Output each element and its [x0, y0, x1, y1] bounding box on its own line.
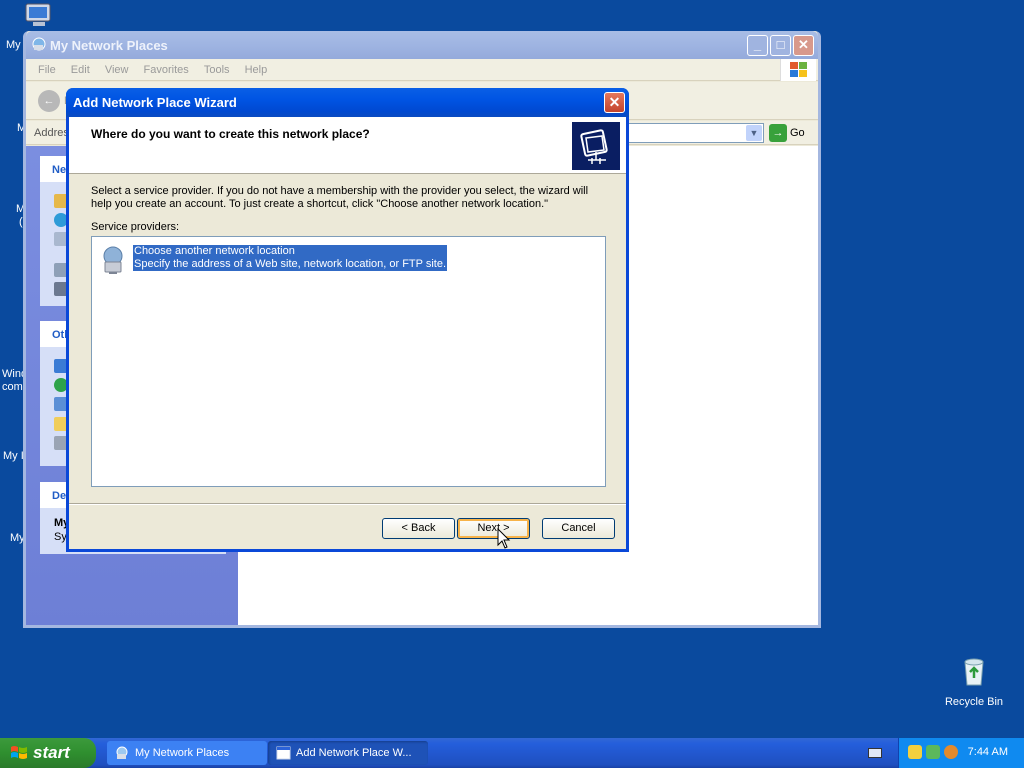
provider-name: Choose another network location — [134, 245, 295, 257]
menu-edit[interactable]: Edit — [71, 64, 90, 76]
explorer-title: My Network Places — [50, 38, 168, 53]
search-icon[interactable] — [944, 745, 958, 759]
mouse-cursor-icon — [497, 528, 511, 549]
windows-flag-icon — [11, 746, 27, 759]
address-label: Addres — [34, 127, 69, 139]
address-input[interactable]: ▼ — [626, 123, 764, 143]
task-label: My Network Places — [135, 747, 230, 759]
service-providers-list[interactable]: Choose another network location Specify … — [91, 236, 606, 487]
recycle-bin-icon — [964, 658, 984, 686]
taskbar-item-network-places[interactable]: My Network Places — [107, 741, 267, 765]
menu-tools[interactable]: Tools — [204, 64, 230, 76]
system-tray: 7:44 AM — [898, 738, 1024, 768]
back-arrow-icon[interactable]: ← — [38, 90, 60, 112]
minimize-button[interactable]: _ — [747, 35, 768, 56]
taskbar-item-wizard[interactable]: Add Network Place W... — [268, 741, 428, 765]
back-button[interactable]: < Back — [382, 518, 455, 539]
desktop-icon-label: Wind — [2, 368, 24, 380]
add-network-place-wizard[interactable]: Add Network Place Wizard ✕ Where do you … — [66, 88, 629, 552]
recycle-bin-label: Recycle Bin — [944, 696, 1004, 708]
provider-description: Specify the address of a Web site, netwo… — [134, 258, 447, 270]
next-button[interactable]: Next > — [457, 518, 530, 539]
keyboard-icon[interactable] — [868, 748, 882, 758]
menu-help[interactable]: Help — [245, 64, 268, 76]
button-separator — [69, 503, 626, 505]
wizard-close-button[interactable]: ✕ — [604, 92, 625, 113]
service-providers-label: Service providers: — [91, 221, 180, 233]
taskbar: start My Network Places Add Network Plac… — [0, 738, 1024, 768]
wizard-heading: Where do you want to create this network… — [91, 127, 370, 141]
clock[interactable]: 7:44 AM — [968, 746, 1008, 758]
windows-logo-icon — [780, 59, 816, 81]
explorer-title-bar[interactable]: My Network Places _ □ ✕ — [26, 31, 818, 59]
network-places-icon — [116, 746, 128, 759]
chevron-down-icon[interactable]: ▼ — [746, 125, 762, 141]
network-status-icon[interactable] — [926, 745, 940, 759]
start-label: start — [33, 743, 70, 762]
desktop-icon-label: My I — [3, 450, 24, 462]
security-shield-icon[interactable] — [908, 745, 922, 759]
recycle-bin-desktop-icon[interactable]: Recycle Bin — [940, 656, 1008, 708]
network-folder-icon — [571, 121, 621, 171]
network-places-icon — [32, 37, 46, 51]
go-arrow-icon: → — [769, 124, 787, 142]
provider-text: Choose another network location Specify … — [133, 245, 448, 271]
desktop-icon-label: com — [2, 381, 23, 393]
maximize-button[interactable]: □ — [770, 35, 791, 56]
wizard-title: Add Network Place Wizard — [73, 95, 237, 110]
my-computer-desktop-icon[interactable] — [22, 2, 56, 28]
monitor-icon — [25, 3, 51, 26]
task-label: Add Network Place W... — [296, 747, 412, 759]
menu-view[interactable]: View — [105, 64, 129, 76]
menu-file[interactable]: File — [38, 64, 56, 76]
cancel-button[interactable]: Cancel — [542, 518, 615, 539]
start-button[interactable]: start — [0, 738, 96, 768]
menu-favorites[interactable]: Favorites — [144, 64, 189, 76]
window-icon — [276, 746, 291, 760]
close-button[interactable]: ✕ — [793, 35, 814, 56]
go-label: Go — [790, 127, 805, 139]
wizard-header: Where do you want to create this network… — [69, 117, 626, 174]
go-button[interactable]: → Go — [769, 124, 805, 142]
explorer-menu-bar: File Edit View Favorites Tools Help — [26, 59, 818, 81]
wizard-description: Select a service provider. If you do not… — [91, 185, 589, 210]
wizard-title-bar[interactable]: Add Network Place Wizard ✕ — [66, 88, 629, 117]
network-location-icon — [103, 246, 123, 274]
